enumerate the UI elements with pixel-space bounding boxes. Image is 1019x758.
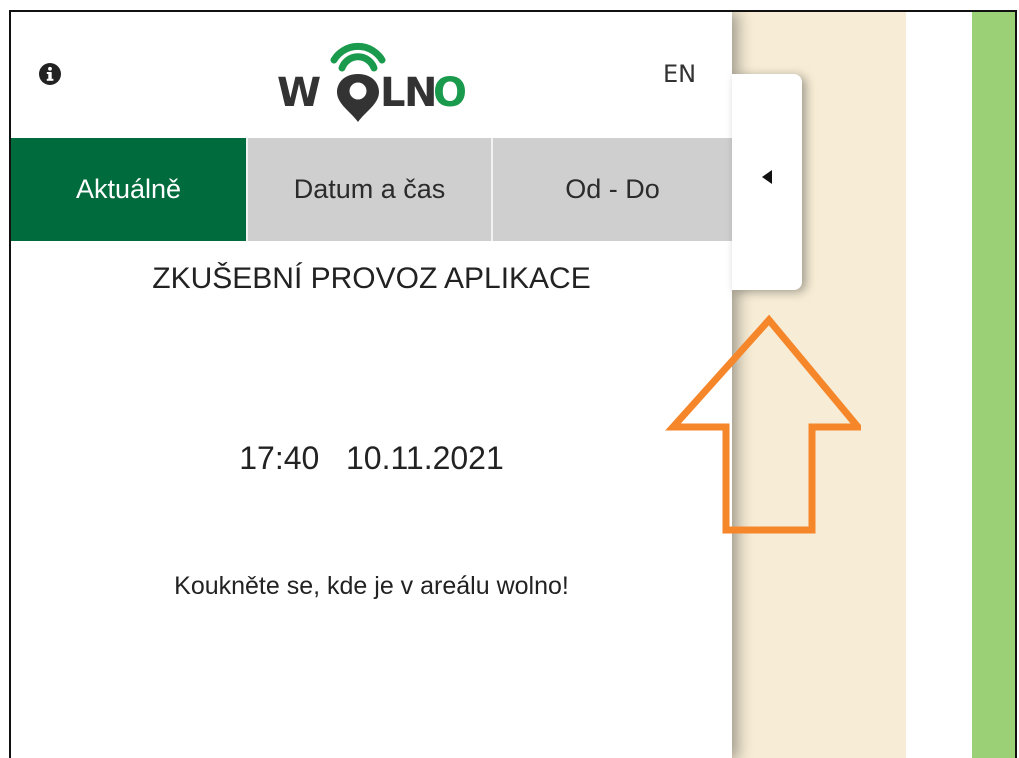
tab-current[interactable]: Aktuálně <box>11 138 246 241</box>
language-switch[interactable]: EN <box>663 60 696 88</box>
svg-text:L: L <box>380 70 406 116</box>
side-panel: W L N O EN Aktuálně Datum a čas Od - Do … <box>11 12 732 758</box>
svg-text:W: W <box>277 70 321 116</box>
mode-tabs: Aktuálně Datum a čas Od - Do <box>11 138 732 241</box>
arrow-up-outline-icon <box>665 314 861 534</box>
app-frame: W L N O EN Aktuálně Datum a čas Od - Do … <box>9 10 1017 758</box>
map-area-road[interactable] <box>906 12 972 758</box>
info-circle-icon[interactable] <box>38 62 62 86</box>
panel-collapse-toggle[interactable] <box>732 74 802 290</box>
wolno-logo: W L N O <box>277 42 467 122</box>
tab-from-to[interactable]: Od - Do <box>491 138 732 241</box>
panel-header: W L N O EN <box>11 12 732 138</box>
svg-text:O: O <box>433 70 467 116</box>
tagline: Koukněte se, kde je v areálu wolno! <box>174 572 569 600</box>
current-date: 10.11.2021 <box>345 440 504 476</box>
current-time: 17:40 <box>239 440 320 476</box>
current-datetime: 17:40 10.11.2021 <box>11 440 732 477</box>
caret-left-icon <box>762 170 772 184</box>
tab-date-time[interactable]: Datum a čas <box>246 138 491 241</box>
trial-notice: ZKUŠEBNÍ PROVOZ APLIKACE <box>152 262 591 295</box>
map-area-park[interactable] <box>972 12 1015 758</box>
